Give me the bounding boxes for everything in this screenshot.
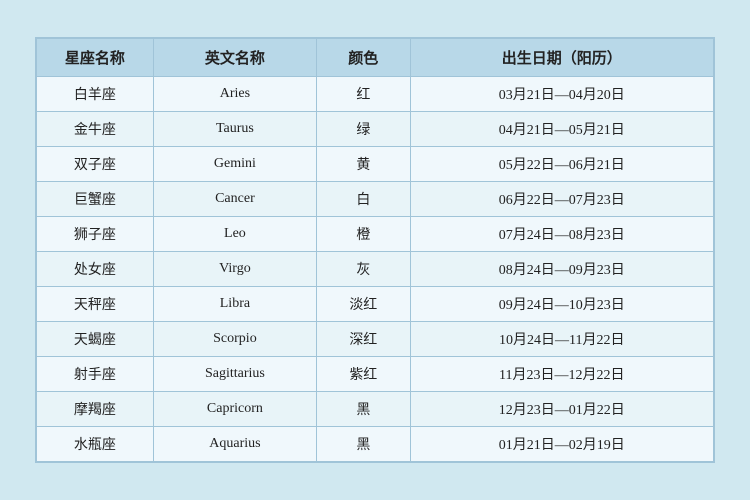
cell-english: Aries — [153, 77, 316, 112]
cell-color: 黑 — [317, 427, 410, 462]
cell-date: 01月21日—02月19日 — [410, 427, 714, 462]
header-color: 颜色 — [317, 39, 410, 77]
cell-date: 09月24日—10月23日 — [410, 287, 714, 322]
cell-english: Scorpio — [153, 322, 316, 357]
table-row: 巨蟹座Cancer白06月22日—07月23日 — [37, 182, 714, 217]
cell-chinese: 摩羯座 — [37, 392, 154, 427]
cell-color: 绿 — [317, 112, 410, 147]
cell-color: 紫红 — [317, 357, 410, 392]
cell-english: Libra — [153, 287, 316, 322]
cell-english: Taurus — [153, 112, 316, 147]
cell-date: 12月23日—01月22日 — [410, 392, 714, 427]
cell-date: 06月22日—07月23日 — [410, 182, 714, 217]
table-row: 双子座Gemini黄05月22日—06月21日 — [37, 147, 714, 182]
header-date: 出生日期（阳历） — [410, 39, 714, 77]
header-chinese: 星座名称 — [37, 39, 154, 77]
cell-english: Leo — [153, 217, 316, 252]
table-row: 天秤座Libra淡红09月24日—10月23日 — [37, 287, 714, 322]
cell-date: 10月24日—11月22日 — [410, 322, 714, 357]
cell-chinese: 水瓶座 — [37, 427, 154, 462]
cell-english: Sagittarius — [153, 357, 316, 392]
table-header-row: 星座名称 英文名称 颜色 出生日期（阳历） — [37, 39, 714, 77]
table-row: 天蝎座Scorpio深红10月24日—11月22日 — [37, 322, 714, 357]
cell-color: 红 — [317, 77, 410, 112]
cell-chinese: 天秤座 — [37, 287, 154, 322]
cell-color: 灰 — [317, 252, 410, 287]
table-row: 金牛座Taurus绿04月21日—05月21日 — [37, 112, 714, 147]
cell-english: Virgo — [153, 252, 316, 287]
cell-color: 黑 — [317, 392, 410, 427]
cell-chinese: 射手座 — [37, 357, 154, 392]
cell-color: 黄 — [317, 147, 410, 182]
table-row: 水瓶座Aquarius黑01月21日—02月19日 — [37, 427, 714, 462]
cell-english: Aquarius — [153, 427, 316, 462]
cell-color: 橙 — [317, 217, 410, 252]
table-row: 狮子座Leo橙07月24日—08月23日 — [37, 217, 714, 252]
cell-date: 07月24日—08月23日 — [410, 217, 714, 252]
table-row: 白羊座Aries红03月21日—04月20日 — [37, 77, 714, 112]
header-english: 英文名称 — [153, 39, 316, 77]
cell-date: 08月24日—09月23日 — [410, 252, 714, 287]
cell-color: 淡红 — [317, 287, 410, 322]
cell-color: 深红 — [317, 322, 410, 357]
cell-english: Capricorn — [153, 392, 316, 427]
cell-date: 05月22日—06月21日 — [410, 147, 714, 182]
cell-chinese: 狮子座 — [37, 217, 154, 252]
cell-date: 04月21日—05月21日 — [410, 112, 714, 147]
cell-chinese: 金牛座 — [37, 112, 154, 147]
cell-chinese: 巨蟹座 — [37, 182, 154, 217]
cell-english: Cancer — [153, 182, 316, 217]
table-body: 白羊座Aries红03月21日—04月20日金牛座Taurus绿04月21日—0… — [37, 77, 714, 462]
cell-chinese: 白羊座 — [37, 77, 154, 112]
cell-date: 03月21日—04月20日 — [410, 77, 714, 112]
table-row: 摩羯座Capricorn黑12月23日—01月22日 — [37, 392, 714, 427]
cell-date: 11月23日—12月22日 — [410, 357, 714, 392]
cell-color: 白 — [317, 182, 410, 217]
cell-chinese: 天蝎座 — [37, 322, 154, 357]
cell-chinese: 处女座 — [37, 252, 154, 287]
cell-english: Gemini — [153, 147, 316, 182]
table-row: 射手座Sagittarius紫红11月23日—12月22日 — [37, 357, 714, 392]
zodiac-table: 星座名称 英文名称 颜色 出生日期（阳历） 白羊座Aries红03月21日—04… — [36, 38, 714, 462]
cell-chinese: 双子座 — [37, 147, 154, 182]
table-row: 处女座Virgo灰08月24日—09月23日 — [37, 252, 714, 287]
zodiac-table-container: 星座名称 英文名称 颜色 出生日期（阳历） 白羊座Aries红03月21日—04… — [35, 37, 715, 463]
